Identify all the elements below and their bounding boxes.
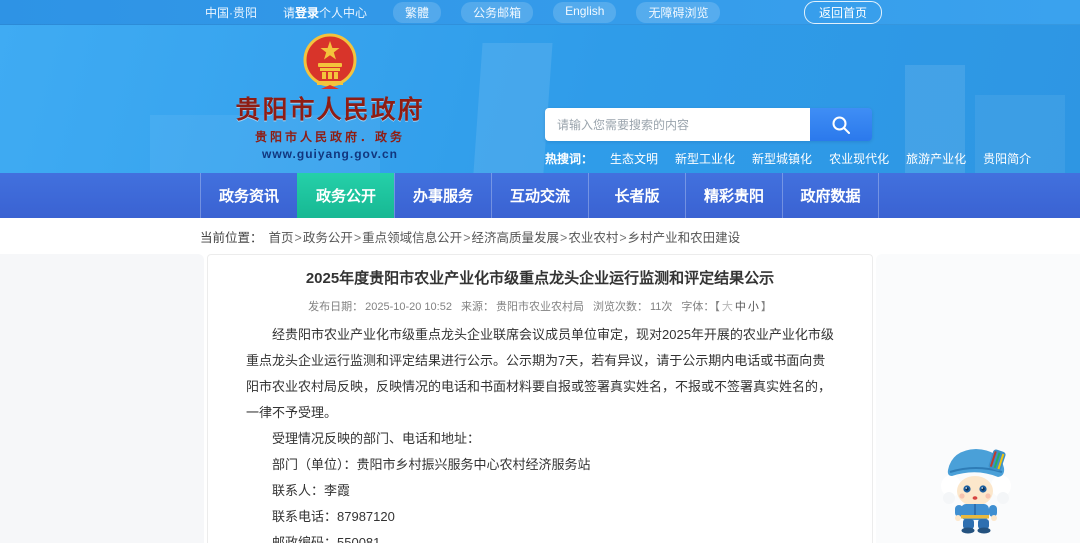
search-button[interactable] <box>810 108 872 141</box>
breadcrumb-link[interactable]: 首页 <box>269 231 294 245</box>
breadcrumb-link[interactable]: 重点领域信息公开 <box>362 231 462 245</box>
hot-word-group: 生态文明 新型工业化 新型城镇化 农业现代化 旅游产业化 贵阳简介 <box>610 150 1031 167</box>
hot-word-link[interactable]: 新型城镇化 <box>752 150 812 167</box>
left-side-panel <box>0 254 204 543</box>
article-paragraph: 邮政编码：550081 <box>272 535 381 543</box>
font-size-medium[interactable]: 中 <box>735 301 746 313</box>
search-bar <box>545 108 872 141</box>
breadcrumb-separator: > <box>294 230 302 245</box>
nav-tab[interactable]: 办事服务 <box>394 173 491 218</box>
header-banner: 贵阳市人民政府 贵阳市人民政府．政务 www.guiyang.gov.cn 热搜… <box>0 25 1080 173</box>
site-title: 贵阳市人民政府 <box>235 96 425 124</box>
publish-date-label: 发布日期： <box>308 301 364 313</box>
nav-tab[interactable]: 互动交流 <box>491 173 588 218</box>
search-input[interactable] <box>545 108 810 141</box>
nav-tab[interactable]: 政府数据 <box>782 173 879 218</box>
topbar-pill[interactable]: 公务邮箱 <box>461 1 534 23</box>
skyline-decoration <box>473 43 553 173</box>
article-meta: 发布日期： 2025-10-20 10:52 来源： 贵阳市农业农村局 浏览次数： 11次… <box>230 298 850 314</box>
national-emblem-icon <box>303 33 357 89</box>
views: 11次 <box>649 301 673 313</box>
breadcrumb-link[interactable]: 农业农村 <box>568 231 618 245</box>
article-card: 2025年度贵阳市农业产业化市级重点龙头企业运行监测和评定结果公示 发布日期： 2… <box>207 254 873 543</box>
article-title: 2025年度贵阳市农业产业化市级重点龙头企业运行监测和评定结果公示 <box>305 270 775 287</box>
hot-search-row: 热搜词： 生态文明 新型工业化 新型城镇化 农业现代化 旅游产业化 贵阳简介 <box>545 150 1031 167</box>
back-to-home-button[interactable]: 返回首页 <box>803 0 882 24</box>
hot-word-link[interactable]: 生态文明 <box>610 150 658 167</box>
nav-tab[interactable]: 长者版 <box>588 173 685 218</box>
site-logo[interactable]: 贵阳市人民政府 贵阳市人民政府．政务 www.guiyang.gov.cn <box>200 33 460 161</box>
breadcrumb-label: 当前位置： <box>200 230 263 245</box>
content-zone: 2025年度贵阳市农业产业化市级重点龙头企业运行监测和评定结果公示 发布日期： 2… <box>0 254 1080 543</box>
hot-word-link[interactable]: 贵阳简介 <box>983 150 1031 167</box>
login-bold: 登录 <box>295 5 320 20</box>
article-paragraph: 受理情况反映的部门、电话和地址： <box>272 431 481 446</box>
article-paragraph: 联系电话：87987120 <box>272 509 395 524</box>
region-link[interactable]: 中国·贵阳 <box>205 4 257 21</box>
breadcrumb-separator: > <box>560 230 568 245</box>
top-utility-bar: 中国·贵阳 请登录个人中心 繁體 公务邮箱 English 无障碍浏览 返回首页 <box>0 0 1080 25</box>
hot-word-link[interactable]: 旅游产业化 <box>906 150 966 167</box>
hot-search-label: 热搜词： <box>545 152 594 166</box>
hot-word-link[interactable]: 农业现代化 <box>829 150 889 167</box>
topbar-pill[interactable]: English <box>553 1 617 23</box>
breadcrumb: 当前位置： 首页>政务公开>重点领域信息公开>经济高质量发展>农业农村>乡村产业… <box>0 218 1080 254</box>
breadcrumb-separator: > <box>619 230 627 245</box>
source: 贵阳市农业农村局 <box>495 301 584 313</box>
breadcrumb-link[interactable]: 政务公开 <box>303 231 353 245</box>
login-link[interactable]: 请登录个人中心 <box>283 4 367 21</box>
login-prefix: 请 <box>283 5 296 20</box>
nav-tab[interactable]: 政务公开 <box>297 173 394 218</box>
font-size-bracket-close: 】 <box>760 301 772 313</box>
font-size-label: 字体：【 <box>681 301 720 313</box>
nav-tab[interactable]: 精彩贵阳 <box>685 173 782 218</box>
article-paragraph: 经贵阳市农业产业化市级重点龙头企业联席会议成员单位审定，现对2025年开展的农业… <box>246 327 834 420</box>
breadcrumb-separator: > <box>463 230 471 245</box>
source-label: 来源： <box>460 301 494 313</box>
font-size-small[interactable]: 小 <box>748 301 759 313</box>
breadcrumb-link[interactable]: 乡村产业和农田建设 <box>628 231 741 245</box>
main-navigation: 政务资讯 政务公开 办事服务 互动交流 长者版 精彩贵阳 政府数据 <box>0 173 1080 218</box>
font-size-large[interactable]: 大 <box>722 301 733 313</box>
breadcrumb-link[interactable]: 经济高质量发展 <box>472 231 560 245</box>
login-suffix: 个人中心 <box>319 5 368 20</box>
site-url: www.guiyang.gov.cn <box>261 146 398 161</box>
article-body: 经贵阳市农业产业化市级重点龙头企业联席会议成员单位审定，现对2025年开展的农业… <box>230 322 850 543</box>
breadcrumb-separator: > <box>353 230 362 245</box>
topbar-pill[interactable]: 繁體 <box>393 1 442 23</box>
topbar-pill-group: 繁體 公务邮箱 English 无障碍浏览 <box>393 1 721 23</box>
hot-word-link[interactable]: 新型工业化 <box>675 150 735 167</box>
article-paragraph: 联系人：李霞 <box>272 483 351 498</box>
mascot-character[interactable] <box>938 442 1014 534</box>
article-paragraph: 部门（单位）：贵阳市乡村振兴服务中心农村经济服务站 <box>272 457 591 472</box>
views-label: 浏览次数： <box>592 301 648 313</box>
publish-date: 2025-10-20 10:52 <box>365 301 452 313</box>
site-subtitle: 贵阳市人民政府．政务 <box>254 129 405 144</box>
topbar-pill[interactable]: 无障碍浏览 <box>636 1 721 23</box>
nav-tab[interactable]: 政务资讯 <box>200 173 297 218</box>
breadcrumb-path: 首页>政务公开>重点领域信息公开>经济高质量发展>农业农村>乡村产业和农田建设 <box>269 227 741 246</box>
search-icon <box>832 116 850 134</box>
